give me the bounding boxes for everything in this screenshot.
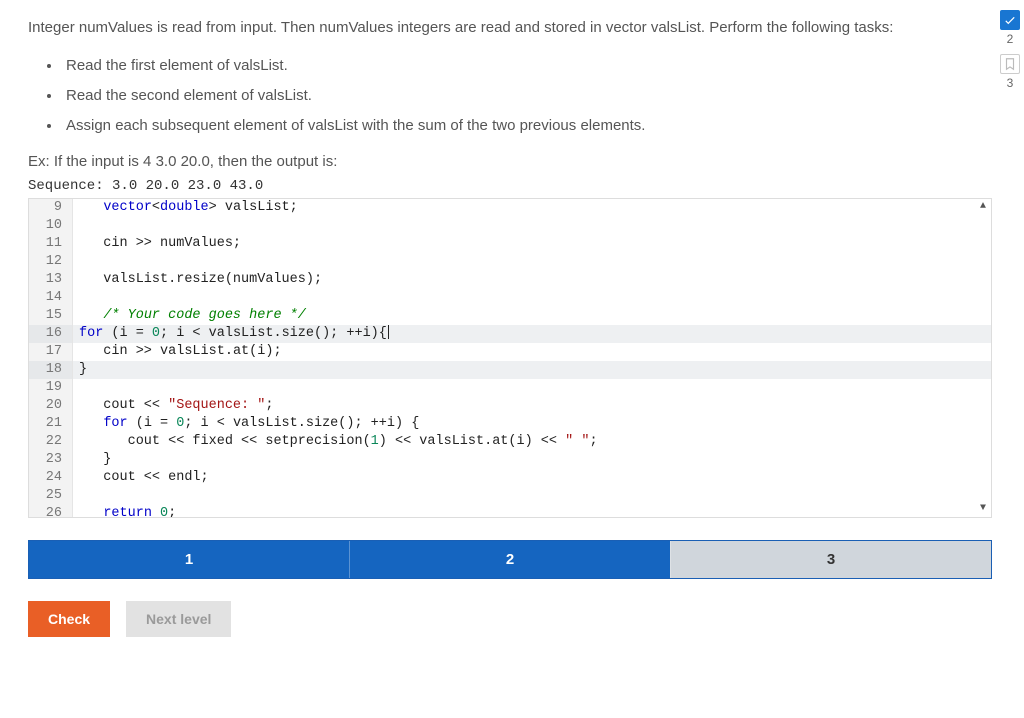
line-number: 19: [29, 379, 73, 397]
indicator-count-bottom: 3: [998, 76, 1022, 90]
code-content[interactable]: }: [73, 451, 991, 469]
task-list: Read the first element of valsList. Read…: [62, 51, 992, 141]
code-editor[interactable]: 9 vector<double> valsList;1011 cin >> nu…: [28, 198, 992, 518]
line-number: 21: [29, 415, 73, 433]
scrollbar[interactable]: ▲ ▼: [975, 199, 991, 517]
check-button[interactable]: Check: [28, 601, 110, 637]
code-content[interactable]: cout << endl;: [73, 469, 991, 487]
code-content[interactable]: for (i = 0; i < valsList.size(); ++i){: [73, 325, 991, 343]
scroll-down-icon[interactable]: ▼: [975, 501, 991, 517]
code-content[interactable]: cout << fixed << setprecision(1) << vals…: [73, 433, 991, 451]
code-line[interactable]: 10: [29, 217, 991, 235]
code-line[interactable]: 14: [29, 289, 991, 307]
code-content[interactable]: }: [73, 361, 991, 379]
text-caret: [388, 325, 389, 339]
code-content[interactable]: [73, 487, 991, 505]
code-line[interactable]: 13 valsList.resize(numValues);: [29, 271, 991, 289]
code-content[interactable]: cin >> valsList.at(i);: [73, 343, 991, 361]
line-number: 9: [29, 199, 73, 217]
code-content[interactable]: cin >> numValues;: [73, 235, 991, 253]
tab-level-2[interactable]: 2: [349, 541, 670, 578]
code-content[interactable]: [73, 289, 991, 307]
task-item: Read the second element of valsList.: [62, 81, 992, 111]
code-line[interactable]: 15 /* Your code goes here */: [29, 307, 991, 325]
line-number: 24: [29, 469, 73, 487]
progress-indicators: 2 3: [998, 10, 1022, 98]
line-number: 17: [29, 343, 73, 361]
code-content[interactable]: [73, 253, 991, 271]
level-tabs: 123: [28, 540, 992, 579]
code-content[interactable]: [73, 379, 991, 397]
task-item: Read the first element of valsList.: [62, 51, 992, 81]
code-content[interactable]: cout << "Sequence: ";: [73, 397, 991, 415]
line-number: 22: [29, 433, 73, 451]
line-number: 13: [29, 271, 73, 289]
code-line[interactable]: 19: [29, 379, 991, 397]
line-number: 26: [29, 505, 73, 517]
code-line[interactable]: 11 cin >> numValues;: [29, 235, 991, 253]
code-content[interactable]: for (i = 0; i < valsList.size(); ++i) {: [73, 415, 991, 433]
code-content[interactable]: [73, 217, 991, 235]
code-line[interactable]: 22 cout << fixed << setprecision(1) << v…: [29, 433, 991, 451]
code-line[interactable]: 23 }: [29, 451, 991, 469]
check-icon: [1000, 10, 1020, 30]
code-line[interactable]: 9 vector<double> valsList;: [29, 199, 991, 217]
code-line[interactable]: 12: [29, 253, 991, 271]
line-number: 15: [29, 307, 73, 325]
line-number: 10: [29, 217, 73, 235]
next-level-button: Next level: [126, 601, 231, 637]
line-number: 20: [29, 397, 73, 415]
tab-level-1[interactable]: 1: [29, 541, 349, 578]
tab-level-3[interactable]: 3: [670, 541, 991, 578]
scroll-up-icon[interactable]: ▲: [975, 199, 991, 215]
line-number: 16: [29, 325, 73, 343]
code-line[interactable]: 21 for (i = 0; i < valsList.size(); ++i)…: [29, 415, 991, 433]
example-output: Sequence: 3.0 20.0 23.0 43.0: [28, 178, 992, 194]
code-line[interactable]: 25: [29, 487, 991, 505]
code-line[interactable]: 26 return 0;: [29, 505, 991, 517]
code-content[interactable]: /* Your code goes here */: [73, 307, 991, 325]
line-number: 12: [29, 253, 73, 271]
line-number: 11: [29, 235, 73, 253]
code-content[interactable]: vector<double> valsList;: [73, 199, 991, 217]
bookmark-icon[interactable]: [1000, 54, 1020, 74]
task-item: Assign each subsequent element of valsLi…: [62, 111, 992, 141]
code-content[interactable]: valsList.resize(numValues);: [73, 271, 991, 289]
line-number: 18: [29, 361, 73, 379]
line-number: 25: [29, 487, 73, 505]
code-line[interactable]: 16for (i = 0; i < valsList.size(); ++i){: [29, 325, 991, 343]
code-content[interactable]: return 0;: [73, 505, 991, 517]
code-line[interactable]: 17 cin >> valsList.at(i);: [29, 343, 991, 361]
line-number: 14: [29, 289, 73, 307]
code-line[interactable]: 24 cout << endl;: [29, 469, 991, 487]
code-line[interactable]: 18}: [29, 361, 991, 379]
problem-intro: Integer numValues is read from input. Th…: [28, 15, 992, 41]
example-label: Ex: If the input is 4 3.0 20.0, then the…: [28, 153, 992, 170]
line-number: 23: [29, 451, 73, 469]
indicator-count-top: 2: [998, 32, 1022, 46]
code-line[interactable]: 20 cout << "Sequence: ";: [29, 397, 991, 415]
